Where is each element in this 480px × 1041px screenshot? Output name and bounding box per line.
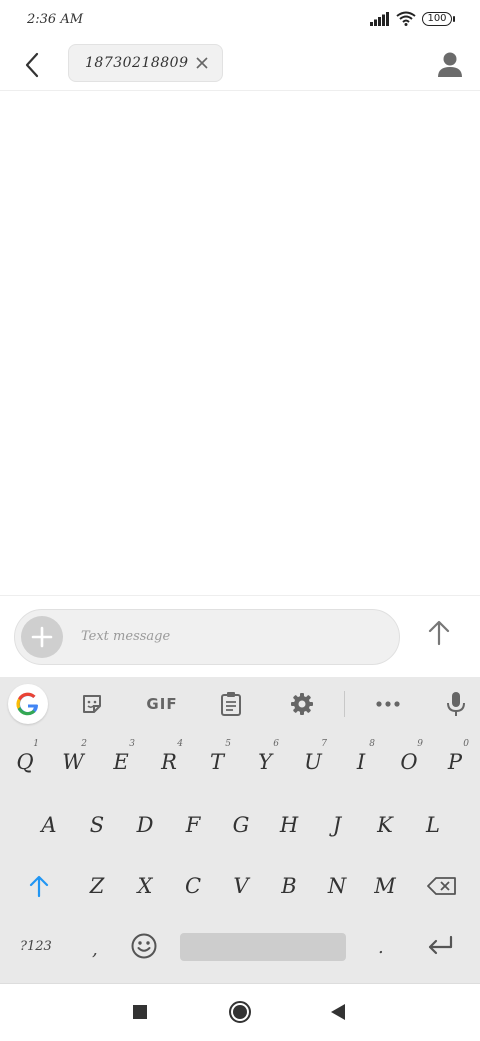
key-label: Q (16, 750, 34, 774)
enter-return-icon (428, 935, 453, 955)
key-hint: 9 (417, 739, 423, 749)
keyboard-settings-button[interactable] (287, 689, 317, 719)
key-u[interactable]: 7U (293, 737, 333, 787)
keyboard: 1Q 2W 3E 4R 5T 6Y 7U 8I 9O 0P A S D F G … (0, 731, 480, 983)
message-list (0, 91, 480, 595)
remove-recipient-icon[interactable] (194, 55, 210, 71)
key-hint: 0 (463, 739, 469, 749)
enter-key[interactable] (426, 934, 454, 962)
key-hint: 6 (273, 739, 279, 749)
key-e[interactable]: 3E (101, 737, 141, 787)
key-x[interactable]: X (125, 861, 165, 911)
shift-key[interactable] (14, 861, 64, 911)
voice-input-button[interactable] (441, 689, 471, 719)
wifi-icon (396, 11, 416, 26)
clipboard-icon (221, 692, 241, 716)
status-time: 2:36 AM (27, 12, 84, 27)
plus-icon (31, 626, 53, 648)
recipient-chip[interactable]: 18730218809 (68, 44, 223, 82)
emoji-smiley-icon (131, 933, 157, 959)
more-options-button[interactable] (373, 689, 403, 719)
compose-box[interactable]: Text message (14, 609, 400, 665)
gear-icon (291, 693, 313, 715)
key-w[interactable]: 2W (53, 737, 93, 787)
sticker-icon (83, 695, 101, 713)
clipboard-button[interactable] (216, 689, 246, 719)
system-navigation-bar (0, 983, 480, 1041)
status-icons: 100 (370, 11, 455, 26)
home-circle-icon[interactable] (228, 1000, 252, 1024)
back-arrow-icon[interactable] (18, 50, 48, 80)
key-hint: 3 (129, 739, 135, 749)
key-hint: 2 (81, 739, 87, 749)
key-g[interactable]: G (221, 800, 261, 850)
key-d[interactable]: D (125, 800, 165, 850)
key-o[interactable]: 9O (389, 737, 429, 787)
key-label: I (356, 750, 366, 774)
keyboard-toolbar: GIF (0, 677, 480, 731)
key-b[interactable]: B (269, 861, 309, 911)
key-label: P (447, 750, 463, 774)
key-label: U (304, 750, 322, 774)
battery-indicator: 100 (422, 11, 455, 26)
message-composer: Text message (0, 595, 480, 678)
recents-square-icon[interactable] (131, 1003, 149, 1021)
key-p[interactable]: 0P (435, 737, 475, 787)
key-a[interactable]: A (29, 800, 69, 850)
key-r[interactable]: 4R (149, 737, 189, 787)
key-k[interactable]: K (365, 800, 405, 850)
send-arrow-icon[interactable] (424, 618, 454, 648)
key-label: R (161, 750, 177, 774)
key-s[interactable]: S (77, 800, 117, 850)
recipient-number: 18730218809 (85, 55, 189, 71)
status-bar: 2:36 AM 100 (0, 0, 480, 40)
back-triangle-icon[interactable] (329, 1003, 347, 1021)
microphone-icon (447, 692, 465, 716)
sticker-button[interactable] (77, 689, 107, 719)
key-hint: 8 (369, 739, 375, 749)
key-label: Y (258, 750, 272, 774)
key-label: O (400, 750, 418, 774)
toolbar-divider (344, 691, 345, 717)
key-m[interactable]: M (365, 861, 405, 911)
backspace-key[interactable] (418, 861, 466, 911)
key-l[interactable]: L (413, 800, 453, 850)
google-search-button[interactable] (8, 684, 48, 724)
add-attachment-button[interactable] (21, 616, 63, 658)
conversation-header: 18730218809 (0, 40, 480, 91)
key-c[interactable]: C (173, 861, 213, 911)
gif-label: GIF (146, 695, 178, 713)
key-h[interactable]: H (269, 800, 309, 850)
key-z[interactable]: Z (77, 861, 117, 911)
period-key[interactable]: . (378, 937, 384, 958)
key-n[interactable]: N (317, 861, 357, 911)
key-i[interactable]: 8I (341, 737, 381, 787)
more-horizontal-icon (376, 701, 400, 707)
google-logo-icon (16, 692, 38, 716)
signal-icon (370, 11, 389, 26)
contact-icon[interactable] (436, 50, 464, 80)
comma-key[interactable]: , (92, 939, 98, 960)
key-v[interactable]: V (221, 861, 261, 911)
key-label: E (113, 750, 129, 774)
gif-button[interactable]: GIF (146, 689, 178, 719)
key-hint: 7 (321, 739, 327, 749)
key-label: W (62, 750, 84, 774)
emoji-key[interactable] (130, 932, 158, 964)
message-input[interactable]: Text message (81, 629, 170, 644)
key-t[interactable]: 5T (197, 737, 237, 787)
key-hint: 4 (177, 739, 183, 749)
key-f[interactable]: F (173, 800, 213, 850)
backspace-icon (427, 877, 456, 895)
key-label: T (209, 750, 224, 774)
key-hint: 1 (33, 739, 39, 749)
spacebar[interactable] (180, 933, 346, 961)
key-y[interactable]: 6Y (245, 737, 285, 787)
key-hint: 5 (225, 739, 231, 749)
key-j[interactable]: J (317, 800, 357, 850)
symbols-key[interactable]: ?123 (20, 939, 52, 954)
key-q[interactable]: 1Q (5, 737, 45, 787)
shift-arrow-icon (29, 875, 49, 898)
